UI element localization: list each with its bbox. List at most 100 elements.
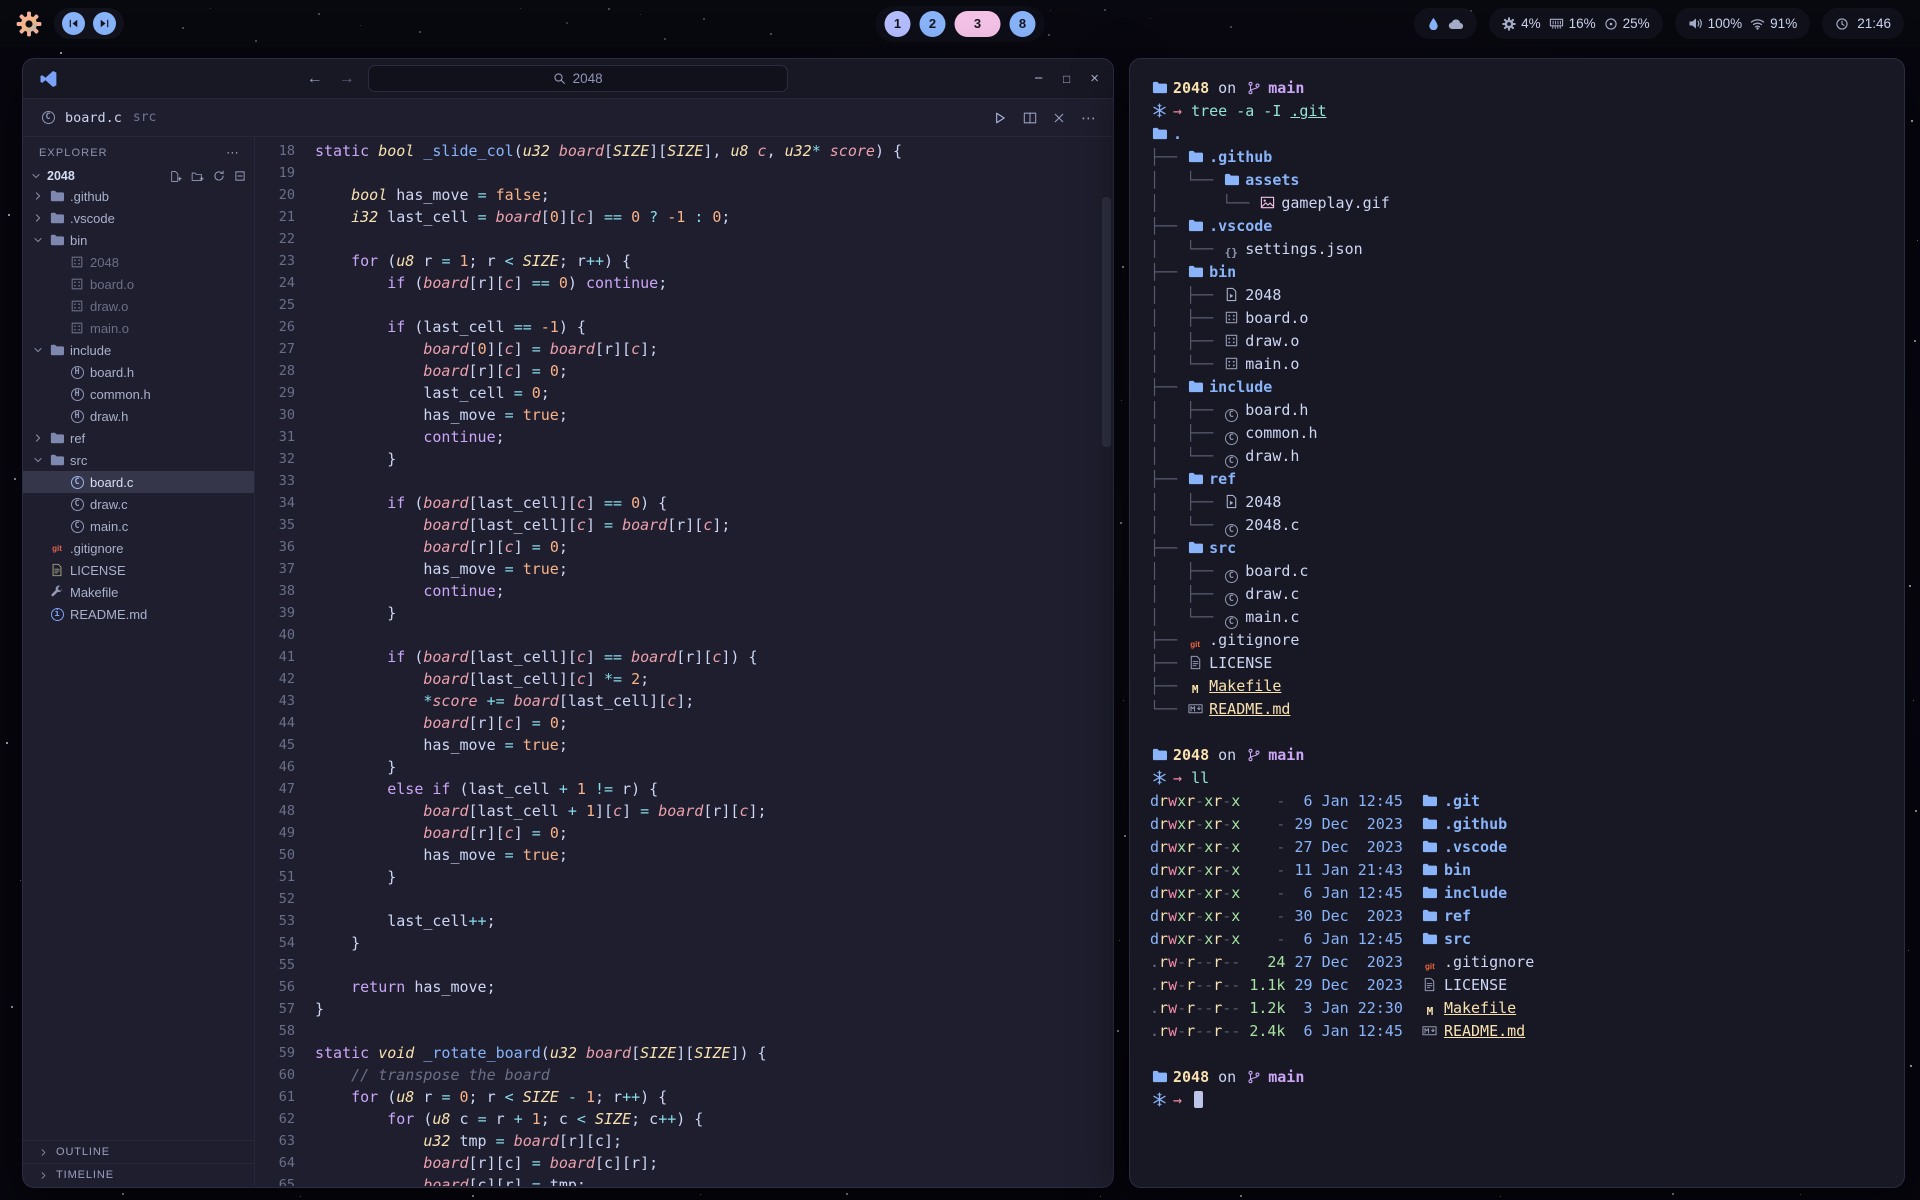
explorer-item-board.h[interactable]: Hboard.h (23, 361, 254, 383)
code-line[interactable]: 48 board[last_cell + 1][c] = board[r][c]… (255, 800, 1113, 822)
code-line[interactable]: 53 last_cell++; (255, 910, 1113, 932)
code-line[interactable]: 32 } (255, 448, 1113, 470)
explorer-item-board.c[interactable]: Cboard.c (23, 471, 254, 493)
system-stats-module[interactable]: 4% 16% 25% (1489, 8, 1663, 39)
terminal-window[interactable]: 2048 on main→ tree -a -I .git.├── .githu… (1129, 58, 1905, 1188)
command-center-search[interactable]: 2048 (368, 65, 788, 92)
code-line[interactable]: 36 board[r][c] = 0; (255, 536, 1113, 558)
code-line[interactable]: 51 } (255, 866, 1113, 888)
code-line[interactable]: 40 (255, 624, 1113, 646)
close-editor-button[interactable] (1053, 112, 1065, 124)
code-line[interactable]: 29 last_cell = 0; (255, 382, 1113, 404)
new-file-button[interactable] (169, 170, 182, 183)
maximize-button[interactable]: □ (1063, 72, 1070, 86)
code-line[interactable]: 25 (255, 294, 1113, 316)
explorer-item-bin[interactable]: bin (23, 229, 254, 251)
code-line[interactable]: 58 (255, 1020, 1113, 1042)
nav-back-button[interactable]: ← (304, 70, 326, 88)
new-folder-button[interactable] (191, 170, 204, 183)
code-line[interactable]: 38 continue; (255, 580, 1113, 602)
terminal-command-line[interactable]: → (1150, 1089, 1884, 1112)
explorer-item-board.o[interactable]: board.o (23, 273, 254, 295)
code-line[interactable]: 24 if (board[r][c] == 0) continue; (255, 272, 1113, 294)
code-line[interactable]: 42 board[last_cell][c] *= 2; (255, 668, 1113, 690)
code-line[interactable]: 50 has_move = true; (255, 844, 1113, 866)
code-line[interactable]: 21 i32 last_cell = board[0][c] == 0 ? -1… (255, 206, 1113, 228)
tab-label[interactable]: board.c (65, 110, 122, 126)
code-line[interactable]: 47 else if (last_cell + 1 != r) { (255, 778, 1113, 800)
explorer-item-common.h[interactable]: Hcommon.h (23, 383, 254, 405)
clock-module[interactable]: 21:46 (1822, 8, 1904, 39)
workspace-8[interactable]: 8 (1010, 11, 1036, 37)
panel-outline[interactable]: OUTLINE (23, 1140, 254, 1163)
explorer-item-.vscode[interactable]: .vscode (23, 207, 254, 229)
code-line[interactable]: 28 board[r][c] = 0; (255, 360, 1113, 382)
explorer-item-.gitignore[interactable]: git.gitignore (23, 537, 254, 559)
code-line[interactable]: 26 if (last_cell == -1) { (255, 316, 1113, 338)
workspace-2[interactable]: 2 (920, 11, 946, 37)
code-line[interactable]: 31 continue; (255, 426, 1113, 448)
explorer-item-.github[interactable]: .github (23, 185, 254, 207)
explorer-item-main.o[interactable]: main.o (23, 317, 254, 339)
explorer-item-main.c[interactable]: Cmain.c (23, 515, 254, 537)
code-line[interactable]: 18static bool _slide_col(u32 board[SIZE]… (255, 140, 1113, 162)
split-editor-button[interactable] (1023, 111, 1037, 125)
code-line[interactable]: 19 (255, 162, 1113, 184)
media-next-button[interactable] (93, 12, 116, 35)
explorer-item-Makefile[interactable]: Makefile (23, 581, 254, 603)
code-line[interactable]: 22 (255, 228, 1113, 250)
code-line[interactable]: 27 board[0][c] = board[r][c]; (255, 338, 1113, 360)
minimize-button[interactable]: − (1034, 70, 1043, 87)
explorer-more-button[interactable]: ⋯ (226, 145, 240, 161)
code-line[interactable]: 56 return has_move; (255, 976, 1113, 998)
explorer-item-include[interactable]: include (23, 339, 254, 361)
weather-module[interactable] (1414, 8, 1477, 39)
nav-forward-button[interactable]: → (336, 70, 358, 88)
code-line[interactable]: 65 board[c][r] = tmp; (255, 1174, 1113, 1186)
editor-titlebar[interactable]: ← → 2048 − □ × (23, 59, 1113, 99)
code-line[interactable]: 44 board[r][c] = 0; (255, 712, 1113, 734)
close-button[interactable]: × (1090, 70, 1099, 87)
workspace-1[interactable]: 1 (885, 11, 911, 37)
refresh-explorer-button[interactable] (213, 170, 225, 183)
editor-more-button[interactable]: ⋯ (1081, 109, 1097, 127)
explorer-item-LICENSE[interactable]: LICENSE (23, 559, 254, 581)
terminal-command-line[interactable]: → tree -a -I .git (1150, 100, 1884, 123)
code-line[interactable]: 64 board[r][c] = board[c][r]; (255, 1152, 1113, 1174)
code-line[interactable]: 57} (255, 998, 1113, 1020)
code-editor[interactable]: 18static bool _slide_col(u32 board[SIZE]… (255, 137, 1113, 1186)
code-line[interactable]: 30 has_move = true; (255, 404, 1113, 426)
panel-timeline[interactable]: TIMELINE (23, 1163, 254, 1186)
code-line[interactable]: 49 board[r][c] = 0; (255, 822, 1113, 844)
code-line[interactable]: 61 for (u8 r = 0; r < SIZE - 1; r++) { (255, 1086, 1113, 1108)
system-logo-icon[interactable] (16, 11, 42, 37)
explorer-item-draw.o[interactable]: draw.o (23, 295, 254, 317)
code-line[interactable]: 23 for (u8 r = 1; r < SIZE; r++) { (255, 250, 1113, 272)
code-line[interactable]: 46 } (255, 756, 1113, 778)
terminal-command-line[interactable]: → ll (1150, 767, 1884, 790)
audio-network-module[interactable]: 100% 91% (1675, 8, 1811, 39)
code-line[interactable]: 60 // transpose the board (255, 1064, 1113, 1086)
code-line[interactable]: 52 (255, 888, 1113, 910)
code-line[interactable]: 45 has_move = true; (255, 734, 1113, 756)
explorer-item-README.md[interactable]: iREADME.md (23, 603, 254, 625)
explorer-item-2048[interactable]: 2048 (23, 251, 254, 273)
code-line[interactable]: 35 board[last_cell][c] = board[r][c]; (255, 514, 1113, 536)
collapse-folders-button[interactable] (234, 170, 246, 183)
code-line[interactable]: 63 u32 tmp = board[r][c]; (255, 1130, 1113, 1152)
explorer-item-ref[interactable]: ref (23, 427, 254, 449)
code-line[interactable]: 62 for (u8 c = r + 1; c < SIZE; c++) { (255, 1108, 1113, 1130)
explorer-item-draw.h[interactable]: Hdraw.h (23, 405, 254, 427)
project-root-row[interactable]: 2048 (23, 167, 254, 185)
run-button[interactable] (993, 111, 1007, 125)
code-line[interactable]: 39 } (255, 602, 1113, 624)
code-line[interactable]: 37 has_move = true; (255, 558, 1113, 580)
code-line[interactable]: 59static void _rotate_board(u32 board[SI… (255, 1042, 1113, 1064)
editor-scrollbar[interactable] (1102, 197, 1111, 447)
explorer-item-draw.c[interactable]: Cdraw.c (23, 493, 254, 515)
code-line[interactable]: 55 (255, 954, 1113, 976)
explorer-item-src[interactable]: src (23, 449, 254, 471)
code-line[interactable]: 20 bool has_move = false; (255, 184, 1113, 206)
code-line[interactable]: 43 *score += board[last_cell][c]; (255, 690, 1113, 712)
code-line[interactable]: 54 } (255, 932, 1113, 954)
